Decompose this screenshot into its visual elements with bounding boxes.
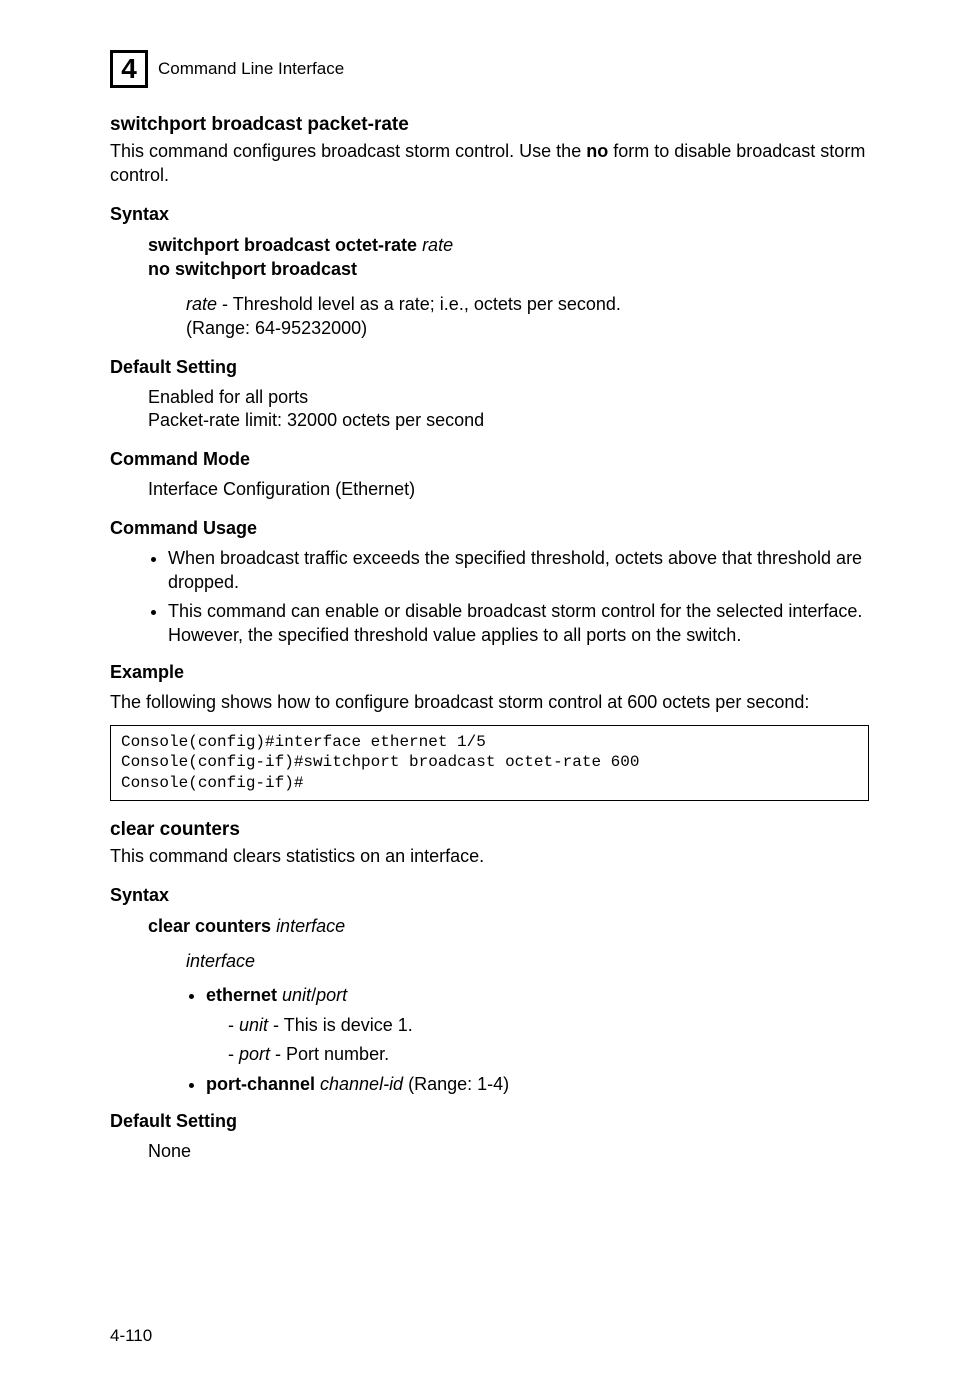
rate-desc: rate - Threshold level as a rate; i.e., …	[186, 293, 869, 341]
pc-bold: port-channel	[206, 1074, 320, 1094]
default-block: Enabled for all ports Packet-rate limit:…	[148, 386, 869, 434]
syntax-line1-cmd: switchport broadcast octet-rate	[148, 235, 422, 255]
usage-item: When broadcast traffic exceeds the speci…	[168, 547, 869, 595]
syntax-line2-cmd: no switchport broadcast	[148, 259, 357, 279]
page-header: 4 Command Line Interface	[110, 50, 869, 88]
default-l1: Enabled for all ports	[148, 387, 308, 407]
clear-intro: This command clears statistics on an int…	[110, 845, 869, 869]
default-l2: Packet-rate limit: 32000 octets per seco…	[148, 410, 484, 430]
interface-label: interface	[186, 950, 869, 974]
pc-range: (Range: 1-4)	[403, 1074, 509, 1094]
rate-range: (Range: 64-95232000)	[186, 318, 367, 338]
clear-syntax-cmd: clear counters	[148, 916, 276, 936]
unit-item: unit - This is device 1.	[228, 1014, 869, 1038]
unit-desc: - This is device 1.	[268, 1015, 413, 1035]
clear-default-text: None	[148, 1140, 869, 1164]
port-label: port	[239, 1044, 270, 1064]
intro-pre: This command configures broadcast storm …	[110, 141, 586, 161]
section-title-clear: clear counters	[110, 819, 869, 841]
port-desc: - Port number.	[270, 1044, 389, 1064]
rate-text: - Threshold level as a rate; i.e., octet…	[217, 294, 621, 314]
pc-ital: channel-id	[320, 1074, 403, 1094]
ethernet-unit: unit	[282, 985, 311, 1005]
code-block: Console(config)#interface ethernet 1/5 C…	[110, 725, 869, 801]
interface-list: ethernet unit/port	[206, 984, 869, 1008]
usage-item: This command can enable or disable broad…	[168, 600, 869, 648]
syntax-heading: Syntax	[110, 204, 869, 225]
syntax-lines: switchport broadcast octet-rate rate no …	[148, 233, 869, 282]
ethernet-sublist: unit - This is device 1. port - Port num…	[228, 1014, 869, 1068]
example-text: The following shows how to configure bro…	[110, 691, 869, 715]
syntax-line1-arg: rate	[422, 235, 453, 255]
default-heading: Default Setting	[110, 357, 869, 378]
usage-heading: Command Usage	[110, 518, 869, 539]
example-heading: Example	[110, 662, 869, 683]
section-title-switchport: switchport broadcast packet-rate	[110, 114, 869, 136]
ethernet-item: ethernet unit/port	[206, 984, 869, 1008]
mode-text: Interface Configuration (Ethernet)	[148, 478, 869, 502]
portchannel-list: port-channel channel-id (Range: 1-4)	[206, 1073, 869, 1097]
chapter-icon: 4	[110, 50, 148, 88]
port-item: port - Port number.	[228, 1043, 869, 1067]
clear-syntax-line: clear counters interface	[148, 914, 869, 938]
header-title: Command Line Interface	[158, 59, 344, 79]
page-number: 4-110	[110, 1326, 152, 1346]
portchannel-item: port-channel channel-id (Range: 1-4)	[206, 1073, 869, 1097]
clear-syntax-arg: interface	[276, 916, 345, 936]
ethernet-bold: ethernet	[206, 985, 282, 1005]
clear-default-heading: Default Setting	[110, 1111, 869, 1132]
section-intro: This command configures broadcast storm …	[110, 140, 869, 188]
usage-list: When broadcast traffic exceeds the speci…	[168, 547, 869, 648]
mode-heading: Command Mode	[110, 449, 869, 470]
ethernet-port: port	[316, 985, 347, 1005]
intro-bold: no	[586, 141, 608, 161]
clear-syntax-heading: Syntax	[110, 885, 869, 906]
unit-label: unit	[239, 1015, 268, 1035]
rate-label: rate	[186, 294, 217, 314]
